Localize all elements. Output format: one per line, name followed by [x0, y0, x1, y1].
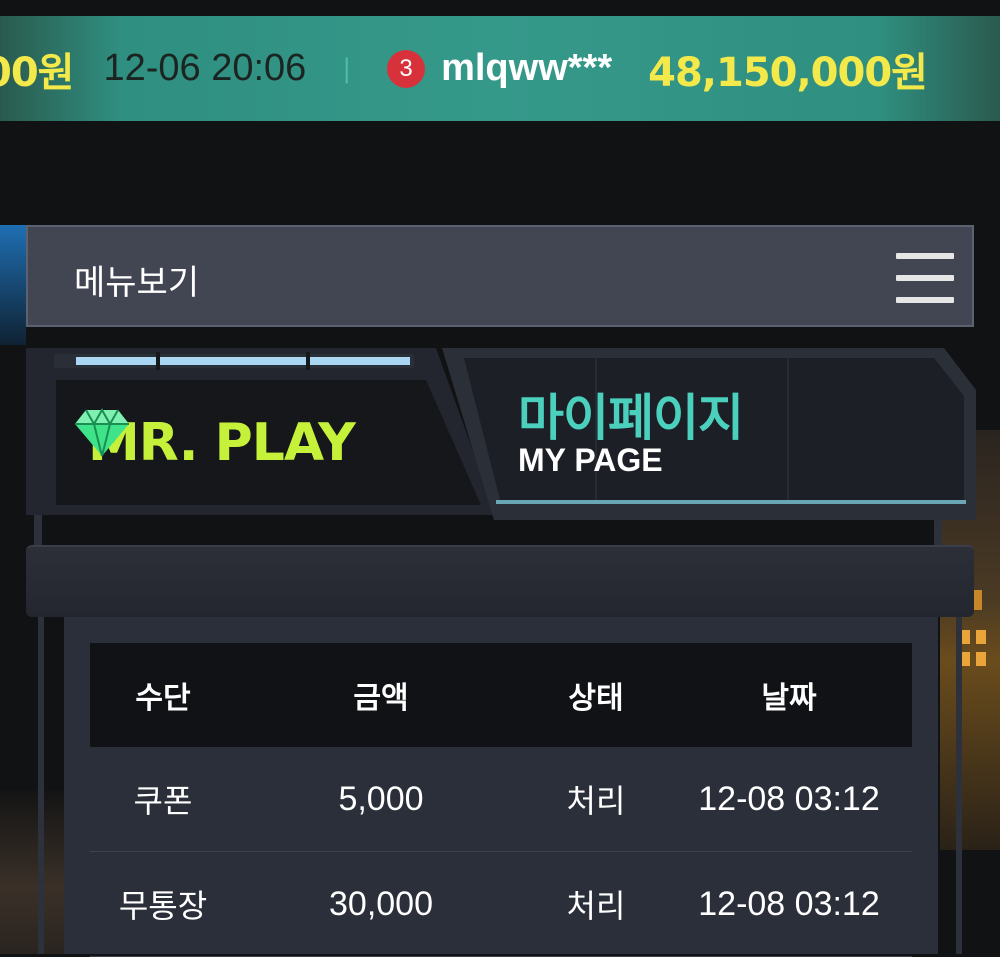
page-title: 마이페이지 — [518, 389, 744, 447]
page-subtitle: MY PAGE — [518, 442, 663, 478]
cell-status: 처리 — [566, 782, 626, 820]
menu-label[interactable]: 메뉴보기 — [74, 255, 199, 304]
hamburger-icon[interactable] — [896, 253, 954, 303]
table-row[interactable]: 무통장 30,000 처리 12-08 03:12 — [90, 852, 912, 957]
cell-amount: 30,000 — [329, 884, 433, 923]
panel-top-shelf — [26, 545, 974, 617]
ticker-separator: | — [342, 53, 352, 84]
ticker-amount-partial: 00원 — [0, 49, 74, 96]
cell-method: 쿠폰 — [133, 782, 193, 820]
background-figure — [0, 790, 64, 954]
ticker-amount: 48,150,000원 — [648, 49, 928, 96]
cell-amount: 5,000 — [338, 779, 424, 818]
cell-date: 12-08 03:12 — [698, 884, 880, 923]
brand-logo[interactable]: MR. PLAY — [74, 408, 356, 478]
page-header: MR. PLAY 마이페이지 MY PAGE — [26, 340, 976, 545]
table-row[interactable]: 쿠폰 5,000 처리 12-08 03:12 — [90, 747, 912, 852]
ticker-rank-badge: 3 — [387, 49, 426, 88]
diamond-icon — [75, 408, 129, 457]
table-header: 수단 금액 상태 날짜 — [90, 643, 912, 747]
ticker-time: 12-06 20:06 — [103, 47, 307, 89]
column-header-method: 수단 — [135, 681, 191, 716]
ticker-row: 00원 12-06 20:06 | 3 mlqww*** 48,150,000원 — [0, 16, 928, 121]
cell-method: 무통장 — [118, 887, 208, 925]
building-window — [976, 630, 986, 644]
column-header-status: 상태 — [568, 681, 624, 716]
column-header-date: 날짜 — [761, 681, 817, 716]
cell-date: 12-08 03:12 — [698, 779, 880, 818]
winner-ticker: 00원 12-06 20:06 | 3 mlqww*** 48,150,000원 — [0, 16, 1000, 121]
panel-post-left — [38, 617, 44, 954]
left-glow-decoration — [0, 225, 26, 345]
panel-post-right — [956, 617, 962, 954]
cell-status: 처리 — [566, 887, 626, 925]
building-window — [976, 652, 986, 666]
column-header-amount: 금액 — [353, 681, 409, 716]
ticker-username: mlqww*** — [441, 47, 613, 89]
menu-bar[interactable]: 메뉴보기 — [26, 225, 974, 327]
transaction-table: 수단 금액 상태 날짜 쿠폰 5,000 처리 12-08 03:12 무통장 … — [90, 643, 912, 957]
